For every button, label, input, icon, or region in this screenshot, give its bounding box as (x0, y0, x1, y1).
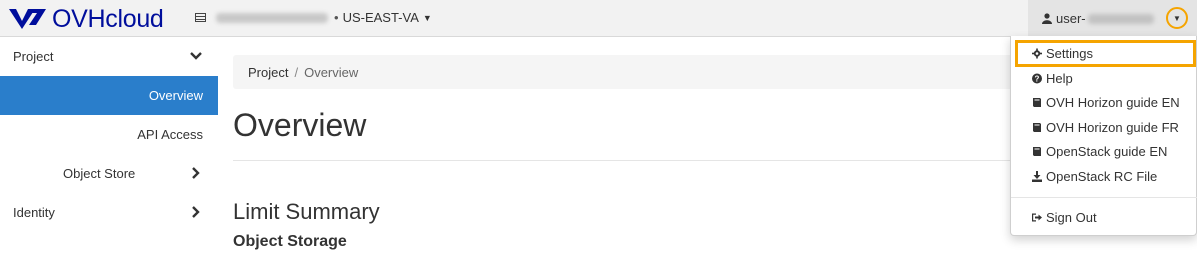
chevron-right-icon (192, 206, 200, 218)
breadcrumb-current: Overview (304, 64, 359, 80)
menu-divider (1011, 197, 1197, 198)
region-label: US-EAST-VA (342, 10, 419, 25)
title-divider (233, 160, 1033, 161)
caret-down-icon[interactable]: ▼ (1166, 7, 1188, 29)
question-circle-icon: ? (1032, 73, 1042, 83)
server-icon (195, 13, 206, 22)
sidebar-item-overview[interactable]: Overview (0, 76, 218, 115)
username-redacted (1087, 13, 1154, 24)
menu-item-label: OVH Horizon guide FR (1046, 119, 1179, 135)
menu-item-openstack-rc-file[interactable]: OpenStack RC File (1011, 164, 1197, 188)
user-menu-toggle[interactable]: user- ▼ (1028, 0, 1197, 37)
project-region-selector[interactable]: b0e84f9b9f6241f3a6 • US-EAST-VA ▼ (195, 10, 432, 25)
sidebar-item-api-access[interactable]: API Access (0, 115, 218, 154)
separator-dot: • (334, 10, 339, 25)
top-navbar: OVHcloud b0e84f9b9f6241f3a6 • US-EAST-VA… (0, 0, 1197, 37)
menu-item-ovh-guide-en[interactable]: OVH Horizon guide EN (1011, 90, 1197, 114)
brand-name: OVHcloud (52, 4, 164, 33)
menu-item-label: OpenStack RC File (1046, 168, 1158, 184)
download-icon (1032, 170, 1042, 182)
book-icon (1033, 122, 1041, 132)
chevron-down-icon (190, 52, 202, 60)
section-title: Limit Summary (233, 199, 380, 224)
menu-item-label: OpenStack guide EN (1046, 143, 1168, 159)
breadcrumb-project-link[interactable]: Project (248, 65, 288, 80)
brand-logo[interactable]: OVHcloud (6, 5, 164, 33)
menu-item-label: OVH Horizon guide EN (1046, 94, 1180, 110)
menu-item-label: Sign Out (1046, 209, 1097, 225)
sign-out-icon (1032, 213, 1042, 221)
project-id: b0e84f9b9f6241f3a6 (216, 12, 328, 23)
menu-item-sign-out[interactable]: Sign Out (1011, 205, 1197, 229)
sidebar-item-label: Project (13, 49, 54, 64)
menu-item-openstack-guide-en[interactable]: OpenStack guide EN (1011, 139, 1197, 163)
sidebar-item-label: API Access (137, 127, 203, 142)
menu-item-ovh-guide-fr[interactable]: OVH Horizon guide FR (1011, 115, 1197, 139)
chevron-right-icon (192, 167, 200, 179)
sidebar-item-object-store[interactable]: Object Store (0, 154, 218, 193)
sidebar-nav: Project Overview API Access Object Store… (0, 37, 218, 232)
sidebar-item-label: Identity (13, 205, 55, 220)
sidebar-item-label: Object Store (63, 166, 136, 181)
svg-text:?: ? (1035, 74, 1040, 83)
page-title: Overview (233, 107, 367, 143)
sidebar-item-project[interactable]: Project (0, 37, 218, 76)
sidebar-item-identity[interactable]: Identity (0, 193, 218, 232)
subsection-title: Object Storage (233, 233, 347, 250)
ovh-logo-icon (9, 9, 46, 29)
user-dropdown-menu: Settings ? Help OVH Horizon guide EN OVH… (1010, 36, 1197, 236)
sidebar-item-label: Overview (148, 88, 203, 103)
user-icon (1042, 13, 1052, 24)
gear-icon (1032, 48, 1042, 59)
menu-item-label: Settings (1046, 46, 1093, 61)
menu-item-settings[interactable]: Settings (1015, 40, 1196, 67)
menu-item-label: Help (1046, 70, 1073, 86)
book-icon (1033, 97, 1041, 107)
menu-item-help[interactable]: ? Help (1011, 66, 1197, 90)
book-icon (1033, 146, 1041, 156)
username-prefix: user- (1056, 11, 1086, 26)
breadcrumb-separator: / (294, 64, 299, 80)
caret-down-icon: ▼ (422, 12, 432, 23)
breadcrumb: Project / Overview (233, 55, 1033, 89)
